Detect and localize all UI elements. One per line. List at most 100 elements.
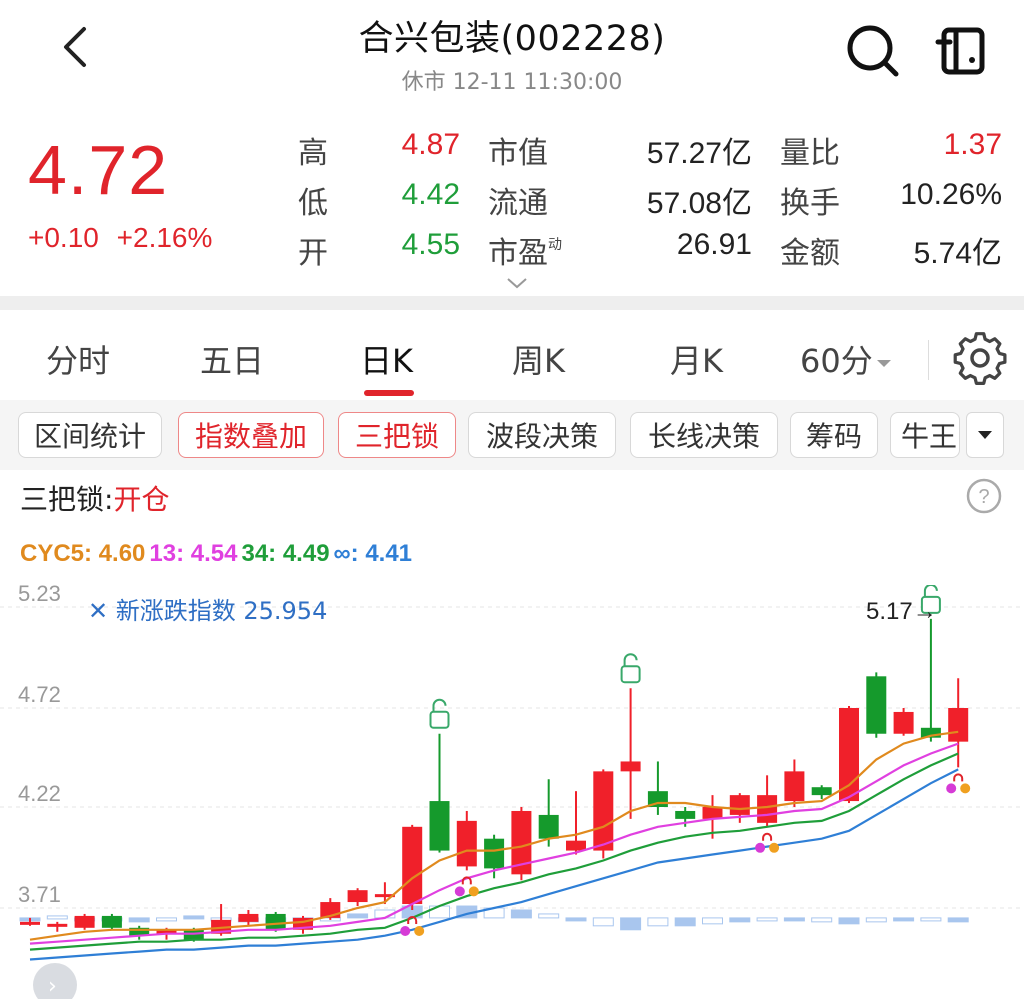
overlay-bar: [592, 917, 614, 927]
lock-open-icon: [623, 653, 638, 667]
candle-body: [429, 801, 450, 851]
candle-body: [47, 923, 68, 927]
lock-dot-orange: [414, 925, 425, 936]
overlay-bar: [811, 917, 833, 923]
notes-button[interactable]: [930, 20, 990, 80]
chart-settings-button[interactable]: [952, 330, 1008, 386]
lock-dot-purple: [946, 783, 957, 794]
tab-five-day[interactable]: 五日: [200, 336, 264, 382]
stat-value: 57.08亿: [646, 187, 752, 220]
stat-label-sup: 动: [548, 237, 562, 253]
change-amount: +0.10: [28, 222, 99, 253]
kline-chart[interactable]: 5.23 4.72 4.22 3.71 ✕ 新涨跌指数 25.954 5.17→ ›: [0, 585, 1024, 999]
tab-separator: [928, 340, 929, 380]
lock-open-icon: [432, 698, 447, 712]
tab-weekly-k[interactable]: 周K: [512, 336, 565, 382]
stat-value: 1.37: [943, 128, 1002, 161]
indicator-item: CYC5: 4.60: [20, 540, 146, 567]
overlay-bar: [620, 917, 642, 931]
overlay-bar: [156, 917, 177, 922]
stat-label: 开: [298, 236, 328, 271]
indicator-item: 13: 4.54: [149, 540, 238, 567]
tab-monthly-k[interactable]: 月K: [670, 336, 723, 382]
candle-body: [811, 787, 832, 796]
svg-text:?: ?: [978, 486, 989, 508]
candle-body: [566, 840, 586, 851]
overlay-bar: [783, 917, 805, 922]
lock-dot-purple: [400, 925, 411, 936]
candle-body: [729, 795, 750, 815]
triangle-down-icon: [978, 431, 992, 439]
overlay-bar: [702, 917, 723, 925]
lock-dot-orange: [468, 886, 479, 897]
overlay-bar: [674, 917, 696, 927]
y-axis-tick: 4.22: [18, 781, 61, 806]
candle-body: [593, 771, 614, 851]
current-price: 4.72: [28, 131, 169, 209]
indicator-values: CYC5: 4.60 13: 4.54 34: 4.49 ∞: 4.41: [20, 540, 416, 568]
notebook-icon: [935, 27, 985, 75]
question-circle-icon: ?: [966, 478, 1002, 514]
overlay-bar: [565, 917, 587, 922]
change-percent: +2.16%: [116, 222, 213, 253]
chips-more-button[interactable]: [966, 412, 1004, 458]
candle-body: [620, 761, 641, 772]
chip-long-term-decision[interactable]: 长线决策: [630, 412, 778, 458]
help-button[interactable]: ?: [966, 478, 1002, 514]
chip-index-overlay[interactable]: 指数叠加: [178, 412, 324, 458]
top-bar: 合兴包装(002228) 休市 12-11 11:30:00: [0, 0, 1024, 110]
chip-range-stats[interactable]: 区间统计: [18, 412, 162, 458]
candle-body: [265, 913, 286, 930]
candle-body: [784, 771, 805, 802]
stat-value: 4.42: [401, 178, 460, 211]
candle-body: [74, 915, 95, 928]
lock-closed-icon: [953, 773, 964, 782]
lock-closed-icon: [762, 832, 773, 841]
tool-chips: 区间统计 指数叠加 三把锁 波段决策 长线决策 筹码 牛王: [0, 400, 1024, 470]
chip-bull-king[interactable]: 牛王: [890, 412, 960, 458]
stat-value: 57.27亿: [646, 137, 752, 170]
lock-dot-orange: [769, 842, 780, 853]
gear-icon: [953, 332, 1007, 385]
chip-three-locks[interactable]: 三把锁: [338, 412, 456, 458]
overlay-legend: ✕ 新涨跌指数 25.954: [88, 597, 327, 625]
caret-down-icon: [876, 360, 891, 367]
max-price-label: 5.17→: [866, 598, 937, 625]
search-button[interactable]: [842, 20, 902, 80]
overlay-bar: [128, 917, 150, 923]
candle-body: [893, 711, 914, 734]
chip-chips-distribution[interactable]: 筹码: [790, 412, 878, 458]
tab-60min-label: 60分: [800, 342, 873, 380]
lock-open-icon: [923, 585, 938, 597]
active-tab-indicator: [364, 390, 414, 396]
lock-dot-purple: [755, 842, 766, 853]
overlay-bar: [729, 917, 751, 923]
overlay-bar: [347, 913, 369, 919]
chip-swing-decision[interactable]: 波段决策: [468, 412, 616, 458]
candle-body: [20, 921, 40, 925]
candle-body: [538, 814, 559, 839]
candle-body: [948, 707, 969, 742]
lock-status: 三把锁:开仓: [20, 478, 169, 518]
overlay-bar: [647, 917, 669, 927]
stat-value: 5.74亿: [913, 237, 1002, 270]
candle-body: [675, 810, 696, 819]
indicator-item: 34: 4.49: [241, 540, 330, 567]
overlay-bar: [538, 913, 560, 919]
overlay-bar: [893, 917, 915, 922]
price-change: +0.10 +2.16%: [28, 222, 212, 254]
candle-body: [757, 795, 778, 823]
lock-dot-purple: [454, 886, 465, 897]
tab-60min[interactable]: 60分: [800, 336, 891, 382]
candle-body: [456, 820, 477, 867]
tab-intraday[interactable]: 分时: [46, 336, 110, 382]
stat-label: 量比: [780, 136, 840, 171]
quote-panel: 4.72 +0.10 +2.16% 高 4.87 低 4.42 开 4.55 市值 57.27…: [0, 120, 1024, 300]
expand-chevron-icon[interactable]: [506, 276, 528, 290]
y-axis-tick: 4.72: [18, 682, 61, 707]
tab-daily-k[interactable]: 日K: [360, 336, 413, 382]
lock-open-icon: [620, 665, 641, 684]
lock-dot-orange: [960, 783, 971, 794]
overlay-bar: [756, 917, 778, 922]
stat-label: 换手: [780, 186, 840, 221]
